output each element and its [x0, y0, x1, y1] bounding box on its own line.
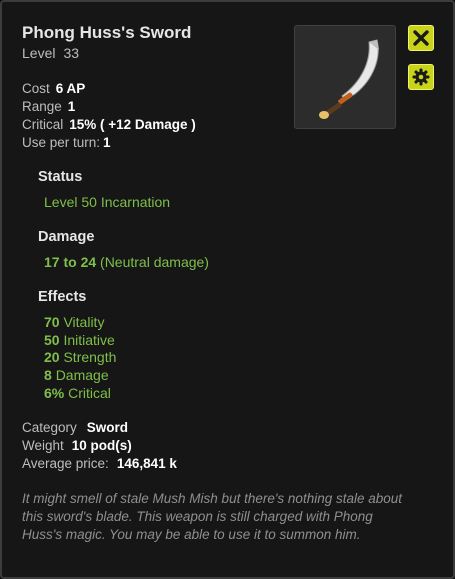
damage-range: 17 to 24	[44, 254, 97, 270]
info-value: 146,841 k	[116, 456, 177, 471]
effect-amount: 20	[44, 349, 60, 365]
stat-range: Range 1	[22, 99, 75, 114]
effect-item: 6% Critical	[44, 385, 111, 401]
effect-stat: Initiative	[63, 332, 115, 348]
info-label: Category	[22, 420, 77, 435]
close-x-icon	[413, 30, 429, 46]
stat-label: Range	[22, 99, 62, 114]
damage-line: 17 to 24 (Neutral damage)	[44, 254, 209, 270]
gear-icon	[412, 68, 430, 86]
effect-amount: 70	[44, 314, 60, 330]
effect-item: 70 Vitality	[44, 314, 104, 330]
stat-value: 6 AP	[55, 81, 86, 96]
effect-amount: 8	[44, 367, 52, 383]
curved-sword-icon	[319, 39, 379, 119]
item-image	[294, 25, 396, 129]
info-average-price: Average price: 146,841 k	[22, 456, 177, 471]
level-label: Level	[22, 45, 56, 61]
effect-item: 8 Damage	[44, 367, 109, 383]
stat-value: 15% ( +12 Damage )	[69, 117, 196, 132]
item-tooltip-panel: Phong Huss's Sword Level 33 Cost 6 AP Ra…	[0, 0, 455, 579]
effect-stat: Vitality	[63, 314, 105, 330]
stat-label: Critical	[22, 117, 64, 132]
effect-item: 50 Initiative	[44, 332, 115, 348]
stat-value: 1	[103, 135, 111, 150]
stat-critical: Critical 15% ( +12 Damage )	[22, 117, 196, 132]
item-description: It might smell of stale Mush Mish but th…	[22, 491, 403, 542]
status-text: Level 50 Incarnation	[44, 194, 171, 210]
status-heading: Status	[38, 169, 83, 185]
effect-amount: 6%	[44, 385, 65, 401]
stat-label: Use per turn:	[22, 135, 101, 150]
info-label: Weight	[22, 438, 64, 453]
stat-use-per-turn: Use per turn: 1	[22, 135, 111, 150]
level-value: 33	[63, 45, 80, 61]
info-label: Average price:	[22, 456, 109, 471]
effect-amount: 50	[44, 332, 60, 348]
stat-cost: Cost 6 AP	[22, 81, 85, 96]
info-value: 10 pod(s)	[71, 438, 132, 453]
stat-label: Cost	[22, 81, 50, 96]
effect-stat: Critical	[68, 385, 111, 401]
close-button[interactable]	[408, 25, 434, 51]
item-level: Level 33	[22, 45, 79, 61]
info-category: Category Sword	[22, 420, 128, 435]
effect-stat: Damage	[55, 367, 109, 383]
effects-heading: Effects	[38, 289, 87, 305]
effect-item: 20 Strength	[44, 349, 116, 365]
damage-heading: Damage	[38, 229, 95, 245]
stat-value: 1	[67, 99, 76, 114]
item-name: Phong Huss's Sword	[22, 23, 192, 42]
settings-button[interactable]	[408, 64, 434, 90]
damage-type: (Neutral damage)	[100, 254, 209, 270]
info-weight: Weight 10 pod(s)	[22, 438, 132, 453]
effect-stat: Strength	[63, 349, 117, 365]
info-value: Sword	[86, 420, 129, 435]
